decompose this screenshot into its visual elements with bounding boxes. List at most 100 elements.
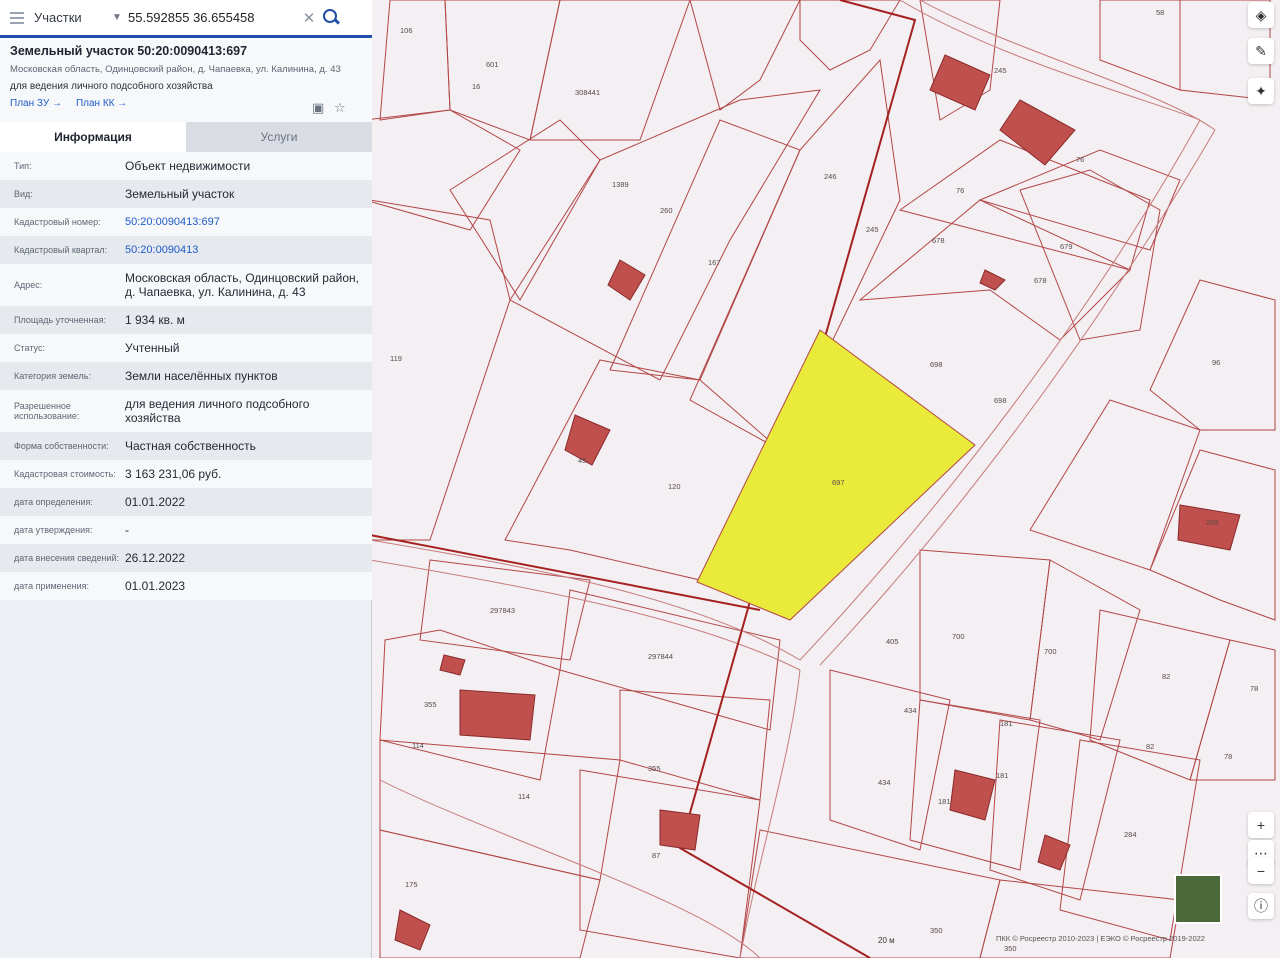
map-label: 96	[1212, 358, 1221, 367]
prop-value: Земельный участок	[125, 187, 235, 201]
map-label: 76	[1076, 155, 1085, 164]
map-label: 698	[994, 396, 1007, 405]
map-label: 350	[1004, 944, 1017, 953]
prop-value: Московская область, Одинцовский район, д…	[125, 271, 359, 299]
clear-icon[interactable]: ✕	[298, 9, 320, 27]
prop-row-date-entered: дата внесения сведений: 26.12.2022	[0, 544, 372, 572]
prop-value: 01.01.2022	[125, 495, 186, 509]
prop-value: 1 934 кв. м	[125, 313, 185, 327]
info-icon[interactable]: ⓘ	[1248, 893, 1274, 919]
map-label: 405	[886, 637, 899, 646]
menu-icon[interactable]	[0, 1, 34, 35]
map-label: 78	[1224, 752, 1233, 761]
minimap[interactable]	[1174, 874, 1222, 924]
prop-row-date-determined: дата определения: 01.01.2022	[0, 488, 372, 516]
prop-row-type: Тип: Объект недвижимости	[0, 152, 372, 180]
map-label: 58	[1156, 8, 1165, 17]
map-label: 175	[405, 880, 418, 889]
plan-zu-link[interactable]: План ЗУ →	[10, 98, 62, 109]
map-label: 114	[518, 792, 530, 801]
prop-row-area: Площадь уточненная: 1 934 кв. м	[0, 306, 372, 334]
prop-row-permitted-use: Разрешенное использование: для ведения ли…	[0, 390, 372, 432]
prop-row-status: Статус: Учтенный	[0, 334, 372, 362]
selected-parcel-697[interactable]	[696, 329, 976, 621]
prop-row-ownership: Форма собственности: Частная собственност…	[0, 432, 372, 460]
map-label: 697	[832, 478, 845, 487]
map-label: 297844	[648, 652, 674, 661]
map-label: 297843	[490, 606, 516, 615]
ruler-icon[interactable]: ✎	[1248, 38, 1274, 64]
zoom-to-icon[interactable]: ▣	[312, 100, 326, 115]
prop-value: Учтенный	[125, 341, 180, 355]
map-label: 245	[866, 225, 879, 234]
tab-services[interactable]: Услуги	[186, 122, 372, 152]
prop-key: Кадастровый квартал:	[14, 245, 108, 255]
map-label: 434	[904, 706, 917, 715]
prop-row-cadastral-value: Кадастровая стоимость: 3 163 231,06 руб.	[0, 460, 372, 488]
map-label: 350	[930, 926, 943, 935]
map-label: 1389	[612, 180, 629, 189]
cadastral-number-link[interactable]: 50:20:0090413:697	[125, 216, 372, 228]
prop-value: 3 163 231,06 руб.	[125, 467, 222, 481]
map-label: 119	[390, 354, 402, 363]
map-label: 167	[708, 258, 721, 267]
map-label: 82	[1146, 742, 1155, 751]
prop-value: Объект недвижимости	[125, 159, 251, 173]
prop-key: Разрешенное использование:	[14, 401, 80, 421]
chevron-down-icon[interactable]: ▼	[112, 12, 128, 23]
map-label: 181	[996, 771, 1009, 780]
map-label: 284	[1124, 830, 1137, 839]
search-input[interactable]	[128, 10, 298, 25]
map-copyright: ПКК © Росреестр 2010-2023 | ЕЭКО © Росре…	[996, 934, 1205, 943]
plan-kk-link[interactable]: План КК →	[76, 98, 127, 109]
object-title: Земельный участок 50:20:0090413:697	[10, 44, 248, 58]
tabs: Информация Услуги	[0, 122, 372, 152]
prop-value: 26.12.2022	[125, 551, 186, 565]
layers-icon[interactable]: ◈	[1248, 2, 1274, 28]
search-type-select[interactable]: Участки	[34, 10, 112, 25]
prop-key: Тип:	[14, 161, 32, 171]
map-label: 678	[1034, 276, 1047, 285]
search-icon[interactable]	[320, 7, 342, 29]
object-usage: для ведения личного подсобного хозяйства	[10, 81, 213, 92]
prop-value: для ведения личного подсобного хозяйства	[125, 397, 310, 425]
prop-row-address: Адрес: Московская область, Одинцовский ра…	[0, 264, 372, 306]
map-label: 355	[424, 700, 437, 709]
search-bar: Участки ▼ ✕	[0, 0, 372, 38]
prop-row-cadastral-quarter: Кадастровый квартал: 50:20:0090413	[0, 236, 372, 264]
prop-key: Кадастровая стоимость:	[14, 469, 116, 479]
prop-key: дата утверждения:	[14, 525, 93, 535]
map-label: 260	[660, 206, 673, 215]
map-label: 181	[1000, 719, 1013, 728]
prop-row-cadastral-number: Кадастровый номер: 50:20:0090413:697	[0, 208, 372, 236]
map-label: 700	[952, 632, 965, 641]
prop-key: дата применения:	[14, 581, 90, 591]
prop-key: Категория земель:	[14, 371, 91, 381]
prop-row-date-approved: дата утверждения: -	[0, 516, 372, 544]
map-label: 16	[472, 82, 481, 91]
prop-key: Статус:	[14, 343, 45, 353]
map-label: 601	[486, 60, 499, 69]
map-label: 700	[1044, 647, 1057, 656]
tab-info[interactable]: Информация	[0, 122, 186, 152]
prop-key: дата внесения сведений:	[14, 553, 119, 563]
map-label: 355	[648, 764, 661, 773]
properties-list: Тип: Объект недвижимости Вид: Земельный уч…	[0, 152, 372, 600]
map-label: 181	[938, 797, 951, 806]
prop-key: дата определения:	[14, 497, 93, 507]
cadastral-quarter-link[interactable]: 50:20:0090413	[125, 244, 372, 256]
prop-value: 01.01.2023	[125, 579, 186, 593]
prop-value: -	[125, 523, 129, 537]
zoom-in-button[interactable]: +	[1248, 812, 1274, 838]
map-label: 698	[930, 360, 943, 369]
star-icon[interactable]: ☆	[334, 100, 348, 115]
prop-key: Вид:	[14, 189, 33, 199]
prop-key: Кадастровый номер:	[14, 217, 101, 227]
map-scale: 20 м	[878, 936, 895, 945]
zoom-out-button[interactable]: −	[1248, 858, 1274, 884]
prop-key: Адрес:	[14, 280, 43, 290]
prop-row-kind: Вид: Земельный участок	[0, 180, 372, 208]
locate-icon[interactable]: ✦	[1248, 78, 1274, 104]
map-label: 106	[400, 26, 413, 35]
map-label: 87	[652, 851, 661, 860]
